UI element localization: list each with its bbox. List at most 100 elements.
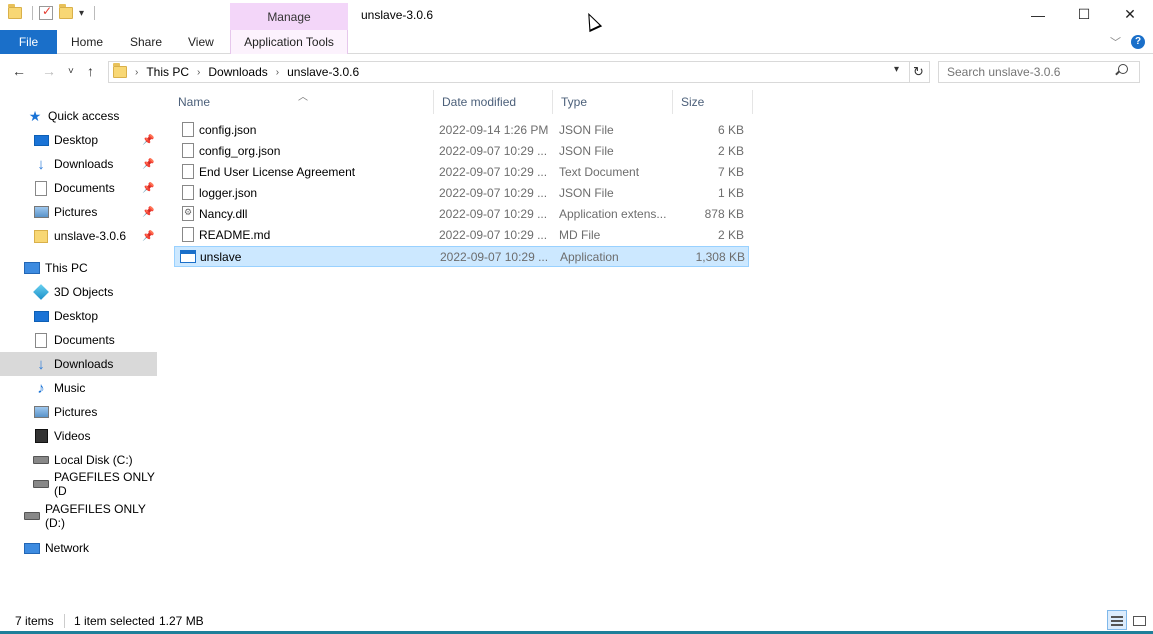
local-disk-icon [33, 456, 49, 464]
nav-item-label: Local Disk (C:) [54, 453, 133, 467]
pictures-icon [33, 206, 49, 218]
breadcrumb-separator-icon[interactable]: › [135, 67, 138, 78]
file-row-nancy-dll[interactable]: Nancy.dll 2022-09-07 10:29 ... Applicati… [174, 204, 749, 225]
nav-pictures-pinned[interactable]: Pictures 📌 [0, 200, 157, 224]
file-row-config-org-json[interactable]: config_org.json 2022-09-07 10:29 ... JSO… [174, 141, 749, 162]
nav-item-label: Music [54, 381, 86, 395]
desktop-icon [33, 134, 49, 146]
large-icons-view-icon [1132, 616, 1146, 626]
nav-item-label: Videos [54, 429, 91, 443]
search-icon[interactable] [1118, 64, 1128, 74]
nav-item-label: Desktop [54, 133, 99, 147]
back-arrow-icon[interactable]: ← [12, 63, 26, 79]
status-separator [64, 614, 65, 628]
nav-quick-access[interactable]: ★ Quick access [0, 104, 157, 128]
column-header-name[interactable]: Name ︿ [170, 90, 434, 114]
breadcrumb-separator-icon[interactable]: › [276, 67, 279, 78]
file-row-unslave[interactable]: unslave 2022-09-07 10:29 ... Application… [174, 246, 749, 267]
close-button[interactable]: ✕ [1107, 0, 1153, 29]
nav-downloads[interactable]: ↓ Downloads [0, 352, 157, 376]
nav-desktop[interactable]: Desktop [0, 304, 157, 328]
nav-item-label: This PC [45, 261, 88, 275]
forward-arrow-icon[interactable]: → [42, 63, 56, 79]
3d-objects-icon [33, 284, 49, 300]
nav-unslave-folder-pinned[interactable]: unslave-3.0.6 📌 [0, 224, 157, 248]
recent-locations-icon[interactable]: ˅ [68, 66, 74, 77]
quick-access-toolbar: ▾ [8, 4, 96, 20]
refresh-icon[interactable]: ↻ [908, 61, 930, 83]
minimize-button[interactable]: — [1015, 0, 1061, 29]
qat-dropdown-icon[interactable]: ▾ [79, 8, 84, 19]
pictures-icon [33, 406, 49, 418]
file-row-logger-json[interactable]: logger.json 2022-09-07 10:29 ... JSON Fi… [174, 183, 749, 204]
search-input[interactable] [938, 61, 1140, 83]
manage-context-tab[interactable]: Manage [230, 3, 348, 30]
nav-item-label: Documents [54, 181, 115, 195]
drive-icon [33, 480, 49, 488]
file-row-readme-md[interactable]: README.md 2022-09-07 10:29 ... MD File 2… [174, 225, 749, 246]
status-selection-size: 1.27 MB [159, 614, 204, 628]
nav-music[interactable]: ♪ Music [0, 376, 157, 400]
maximize-button[interactable]: ☐ [1061, 0, 1107, 29]
column-header-type[interactable]: Type [553, 90, 673, 114]
nav-videos[interactable]: Videos [0, 424, 157, 448]
download-icon: ↓ [37, 355, 45, 373]
column-header-date-modified[interactable]: Date modified [434, 90, 553, 114]
nav-item-label: PAGEFILES ONLY (D [54, 470, 155, 498]
nav-item-label: Pictures [54, 405, 98, 419]
nav-this-pc[interactable]: This PC [0, 256, 157, 280]
window-title: unslave-3.0.6 [361, 8, 434, 22]
tab-file[interactable]: File [0, 30, 57, 54]
nav-documents[interactable]: Documents [0, 328, 157, 352]
nav-desktop-pinned[interactable]: Desktop 📌 [0, 128, 157, 152]
nav-item-label: Downloads [54, 157, 114, 171]
pin-icon: 📌 [142, 158, 155, 170]
nav-documents-pinned[interactable]: Documents 📌 [0, 176, 157, 200]
qat-separator [32, 6, 33, 20]
dll-icon [182, 206, 194, 221]
text-file-icon [182, 164, 194, 179]
new-folder-icon[interactable] [59, 4, 73, 19]
pin-icon: 📌 [142, 134, 155, 146]
details-view-icon [1111, 616, 1123, 626]
file-icon [182, 227, 194, 242]
file-row-config-json[interactable]: config.json 2022-09-14 1:26 PM JSON File… [174, 120, 749, 141]
computer-icon [24, 262, 40, 274]
tab-view[interactable]: View [188, 30, 214, 54]
breadcrumb-downloads[interactable]: Downloads [208, 65, 267, 79]
breadcrumb-separator-icon[interactable]: › [197, 67, 200, 78]
nav-network[interactable]: Network [0, 536, 157, 560]
nav-local-disk-c[interactable]: Local Disk (C:) [0, 448, 157, 472]
address-bar[interactable]: › This PC › Downloads › unslave-3.0.6 [108, 61, 910, 83]
nav-downloads-pinned[interactable]: ↓ Downloads 📌 [0, 152, 157, 176]
ribbon-expand-icon[interactable]: ﹀ [1110, 34, 1121, 50]
tab-application-tools[interactable]: Application Tools [230, 30, 348, 54]
nav-pagefiles-drive[interactable]: PAGEFILES ONLY (D:) [0, 502, 157, 530]
nav-3d-objects[interactable]: 3D Objects [0, 280, 157, 304]
properties-icon[interactable] [39, 4, 53, 20]
address-row: ← → ˅ ↑ › This PC › Downloads › unslave-… [0, 55, 1153, 89]
nav-pagefiles-drive-truncated[interactable]: PAGEFILES ONLY (D [0, 470, 157, 498]
folder-icon[interactable] [8, 4, 22, 19]
column-header-size[interactable]: Size [673, 90, 753, 114]
nav-item-label: Desktop [54, 309, 99, 323]
up-arrow-icon[interactable]: ↑ [87, 63, 94, 79]
pin-icon: 📌 [142, 230, 155, 242]
nav-item-label: Documents [54, 333, 115, 347]
help-icon[interactable]: ? [1131, 35, 1145, 49]
details-view-button[interactable] [1107, 610, 1127, 630]
address-dropdown-icon[interactable]: ▾ [894, 64, 899, 75]
address-folder-icon [113, 63, 127, 78]
tab-home[interactable]: Home [71, 30, 103, 54]
star-icon: ★ [28, 107, 42, 124]
title-bar: ▾ Manage unslave-3.0.6 — ☐ ✕ [0, 0, 1153, 30]
large-icons-view-button[interactable] [1129, 610, 1149, 630]
nav-pictures[interactable]: Pictures [0, 400, 157, 424]
status-selection: 1 item selected [74, 614, 155, 628]
file-row-eula[interactable]: End User License Agreement 2022-09-07 10… [174, 162, 749, 183]
documents-icon [35, 332, 47, 348]
breadcrumb-this-pc[interactable]: This PC [146, 65, 189, 79]
music-icon: ♪ [37, 379, 45, 397]
breadcrumb-current-folder[interactable]: unslave-3.0.6 [287, 65, 359, 79]
tab-share[interactable]: Share [130, 30, 162, 54]
